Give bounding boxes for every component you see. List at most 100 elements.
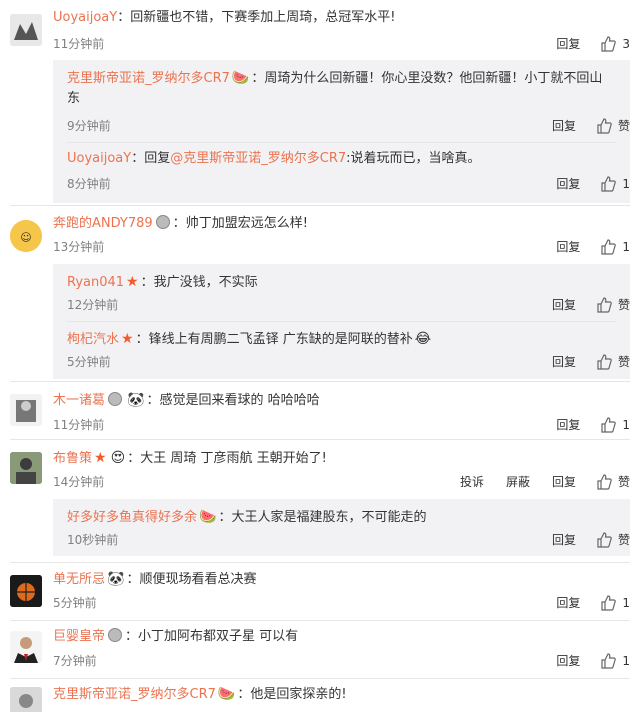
like-button[interactable]: 赞 [596, 117, 630, 134]
comment-text: 回新疆也不错，下赛季加上周琦，总冠军水平! [130, 10, 396, 25]
like-label: 赞 [617, 355, 630, 369]
comment-time: 7分钟前 [53, 654, 97, 668]
reply-time: 10秒钟前 [67, 533, 119, 547]
like-label: 赞 [617, 298, 630, 312]
reply-button[interactable]: 回复 [556, 652, 580, 669]
thumbs-up-icon [601, 35, 617, 52]
laughing-emoji-icon: 😂 [414, 331, 432, 347]
reply-text-continued: 东 [67, 91, 81, 106]
like-button[interactable]: 1 [600, 238, 630, 255]
thumbs-up-icon [597, 353, 612, 370]
star-badge-icon: ★ [121, 331, 134, 347]
avatar[interactable] [10, 452, 42, 484]
reply-button[interactable]: 回复 [552, 353, 576, 370]
reply-button[interactable]: 回复 [556, 35, 580, 52]
like-button[interactable]: 赞 [596, 296, 630, 313]
reply-prefix: 回复 [144, 151, 171, 166]
member-badge-icon [108, 628, 123, 642]
avatar[interactable]: ☺ [10, 220, 42, 252]
reply-box: 好多好多鱼真得好多余 🍉 ：大王人家是福建股东，不可能走的 10秒钟前 回复 赞 [53, 499, 630, 556]
like-label: 赞 [617, 533, 630, 547]
reply-time: 12分钟前 [67, 298, 119, 312]
thumbs-up-icon [597, 117, 612, 134]
reply-username[interactable]: UoyaijoaY [67, 151, 131, 166]
reply-time: 5分钟前 [67, 355, 111, 369]
comment: 单无所忌 🐼 ：顺便现场看看总决赛 5分钟前 回复 1 [0, 563, 640, 620]
comment-text: 感觉是回来看球的 哈哈哈哈 [159, 393, 320, 408]
like-button[interactable]: 赞 [596, 531, 630, 548]
comment-username[interactable]: UoyaijoaY [53, 10, 117, 25]
comment-time: 5分钟前 [53, 596, 97, 610]
like-button[interactable]: 1 [600, 175, 630, 192]
comment-text: 帅丁加盟宏远怎么样! [185, 216, 308, 231]
like-button[interactable]: 1 [600, 594, 630, 611]
comment-username[interactable]: 奔跑的ANDY789 [53, 216, 153, 231]
like-button[interactable]: 1 [600, 652, 630, 669]
avatar[interactable] [10, 575, 42, 607]
comment-time: 13分钟前 [53, 240, 105, 254]
comment-time: 11分钟前 [53, 37, 105, 51]
like-count: 3 [622, 36, 630, 51]
panda-emoji-icon: 🐼 [107, 571, 125, 587]
panda-emoji-icon: 🐼 [127, 392, 145, 408]
reply-button[interactable]: 回复 [556, 175, 580, 192]
comment-username[interactable]: 布鲁策 [53, 451, 92, 466]
report-button[interactable]: 投诉 [460, 473, 484, 490]
reply-button[interactable]: 回复 [556, 416, 580, 433]
thumbs-up-icon [601, 175, 617, 192]
reply-time: 8分钟前 [67, 177, 111, 191]
comment-text: 他是回家探亲的! [250, 687, 347, 702]
reply-button[interactable]: 回复 [552, 117, 576, 134]
comment-username[interactable]: 克里斯帝亚诺_罗纳尔多CR7 [53, 687, 216, 702]
reply-button[interactable]: 回复 [552, 531, 576, 548]
mention-link[interactable]: @克里斯帝亚诺_罗纳尔多CR7 [170, 151, 346, 166]
member-badge-icon [108, 392, 123, 406]
like-button[interactable]: 3 [600, 35, 630, 52]
thumbs-up-icon [597, 531, 612, 548]
avatar[interactable] [10, 14, 42, 46]
like-button[interactable]: 赞 [596, 353, 630, 370]
comment: 克里斯帝亚诺_罗纳尔多CR7 🍉 ：他是回家探亲的! [0, 679, 640, 712]
comment-text: 顺便现场看看总决赛 [139, 572, 257, 587]
comment: 巨婴皇帝 ：小丁加阿布都双子星 可以有 7分钟前 回复 1 [0, 621, 640, 678]
block-button[interactable]: 屏蔽 [506, 473, 530, 490]
like-count: 1 [622, 417, 630, 432]
thumbs-up-icon [601, 416, 617, 433]
reply-time: 9分钟前 [67, 119, 111, 133]
like-label: 赞 [617, 475, 630, 489]
reply-button[interactable]: 回复 [556, 594, 580, 611]
like-button[interactable]: 赞 [596, 473, 630, 490]
star-badge-icon: ★ [126, 274, 139, 290]
reply-button[interactable]: 回复 [552, 296, 576, 313]
thumbs-up-icon [601, 238, 617, 255]
comment-time: 14分钟前 [53, 475, 105, 489]
thumbs-up-icon [601, 594, 617, 611]
reply-text: 我广没钱，不实际 [153, 275, 258, 290]
reply-username[interactable]: 克里斯帝亚诺_罗纳尔多CR7 [67, 71, 230, 86]
thumbs-up-icon [597, 296, 612, 313]
comment-username[interactable]: 木一诸葛 [53, 393, 105, 408]
reply-button[interactable]: 回复 [556, 238, 580, 255]
like-button[interactable]: 1 [600, 416, 630, 433]
like-count: 1 [622, 239, 630, 254]
heart-eyes-emoji-icon: 😍 [110, 450, 126, 466]
reply-username[interactable]: 好多好多鱼真得好多余 [67, 510, 197, 525]
reply-box: Ryan041 ★ ：我广没钱，不实际 12分钟前 回复 赞 枸杞汽水 ★ ：锋线上有周… [53, 264, 630, 379]
thumbs-up-icon [601, 652, 617, 669]
reply-button[interactable]: 回复 [552, 473, 576, 490]
reply-username[interactable]: Ryan041 [67, 275, 124, 290]
reply-text: 周琦为什么回新疆！你心里没数？他回新疆！小丁就不回山 [264, 71, 603, 86]
comment-username[interactable]: 巨婴皇帝 [53, 629, 105, 644]
avatar[interactable] [10, 687, 42, 712]
reply-text: 锋线上有周鹏二飞孟铎 广东缺的是阿联的替补 [148, 332, 413, 347]
star-badge-icon: ★ [94, 450, 107, 466]
reply-box: 克里斯帝亚诺_罗纳尔多CR7 🍉 ：周琦为什么回新疆！你心里没数？他回新疆！小丁就不… [53, 60, 630, 203]
like-count: 1 [622, 595, 630, 610]
reply-username[interactable]: 枸杞汽水 [67, 332, 119, 347]
like-count: 1 [622, 653, 630, 668]
avatar[interactable] [10, 394, 42, 426]
reply-text: :说着玩而已，当啥真。 [346, 151, 481, 166]
avatar[interactable] [10, 631, 42, 663]
comment: ☺ 奔跑的ANDY789 ：帅丁加盟宏远怎么样! 13分钟前 回复 1 Ryan0… [0, 206, 640, 381]
comment-username[interactable]: 单无所忌 [53, 572, 105, 587]
